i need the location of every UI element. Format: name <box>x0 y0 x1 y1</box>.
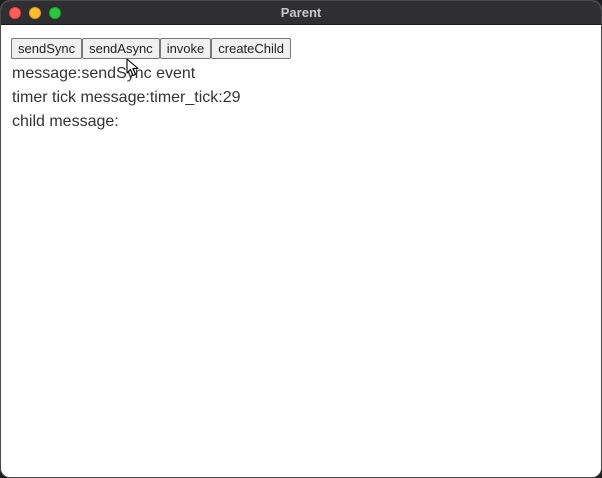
send-sync-button[interactable]: sendSync <box>11 38 83 59</box>
invoke-button[interactable]: invoke <box>159 38 212 59</box>
window-title: Parent <box>280 5 322 20</box>
mouse-pointer-icon <box>126 58 139 77</box>
send-async-button[interactable]: sendAsync <box>82 38 160 59</box>
button-toolbar: sendSync sendAsync invoke createChild <box>11 38 292 59</box>
child-message-line: child message: <box>12 113 119 130</box>
timer-tick-line: timer tick message:timer_tick:29 <box>12 89 241 106</box>
page-content: sendSync sendAsync invoke createChild me… <box>1 25 601 477</box>
title-bar[interactable]: Parent <box>1 1 601 25</box>
create-child-button[interactable]: createChild <box>211 38 292 59</box>
app-window: Parent sendSync sendAsync invoke createC… <box>0 0 602 478</box>
